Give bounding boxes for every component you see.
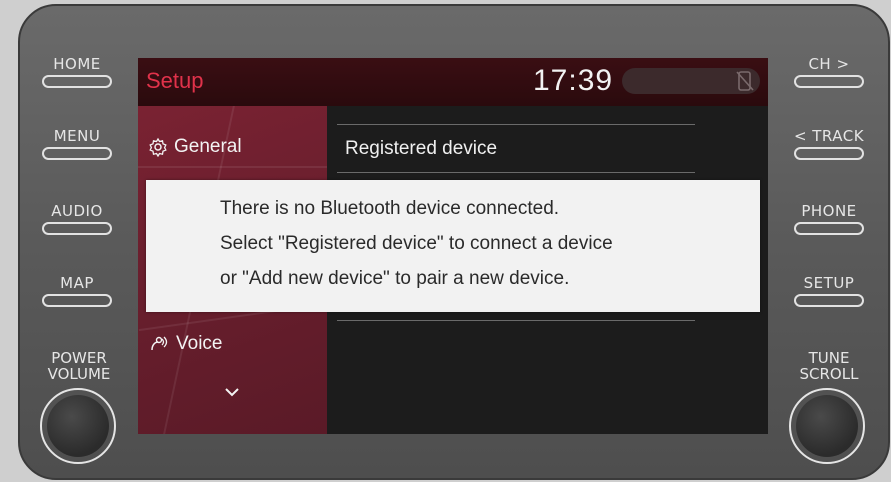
tune-label: TUNE bbox=[808, 349, 850, 367]
phone-disconnected-icon bbox=[736, 71, 754, 91]
setup-button-label: SETUP bbox=[803, 274, 855, 292]
power-label: POWER bbox=[51, 349, 107, 367]
channel-next-label: CH > bbox=[808, 55, 850, 73]
list-item-registered-device[interactable]: Registered device bbox=[345, 138, 497, 160]
sidebar-item-voice[interactable]: Voice bbox=[148, 333, 222, 355]
track-previous-label: < TRACK bbox=[793, 127, 865, 145]
voice-icon bbox=[151, 336, 168, 351]
phone-button-label: PHONE bbox=[801, 202, 857, 220]
dialog-message-line-3: or "Add new device" to pair a new device… bbox=[220, 268, 570, 289]
status-bar: Setup 17:39 bbox=[138, 58, 768, 106]
chevron-down-icon[interactable] bbox=[224, 386, 240, 398]
phone-button[interactable]: PHONE bbox=[785, 203, 873, 235]
tune-scroll-label: TUNE SCROLL bbox=[786, 350, 872, 382]
divider bbox=[337, 172, 695, 173]
menu-button-label: MENU bbox=[53, 127, 101, 145]
home-button-label: HOME bbox=[53, 55, 101, 73]
clock: 17:39 bbox=[533, 64, 614, 97]
sidebar-item-label: General bbox=[174, 136, 242, 157]
setup-button[interactable]: SETUP bbox=[785, 275, 873, 307]
divider bbox=[337, 320, 695, 321]
audio-button[interactable]: AUDIO bbox=[37, 203, 117, 235]
tune-scroll-knob[interactable] bbox=[789, 388, 865, 464]
divider bbox=[337, 124, 695, 125]
list-item-label: Registered device bbox=[345, 138, 498, 159]
no-bluetooth-dialog[interactable]: There is no Bluetooth device connected. … bbox=[146, 180, 760, 312]
menu-button[interactable]: MENU bbox=[37, 128, 117, 160]
audio-button-label: AUDIO bbox=[51, 202, 103, 220]
map-button-label: MAP bbox=[60, 274, 94, 292]
scroll-label: SCROLL bbox=[799, 365, 859, 383]
power-volume-knob[interactable] bbox=[40, 388, 116, 464]
channel-next-button[interactable]: CH > bbox=[785, 56, 873, 88]
dialog-message-line-1: There is no Bluetooth device connected. bbox=[220, 198, 560, 219]
volume-label: VOLUME bbox=[47, 365, 111, 383]
sidebar-item-label: Voice bbox=[176, 333, 223, 354]
page-title: Setup bbox=[146, 68, 204, 93]
dialog-message-line-2: Select "Registered device" to connect a … bbox=[220, 233, 613, 254]
power-volume-label: POWER VOLUME bbox=[39, 350, 119, 382]
gear-icon bbox=[149, 137, 167, 157]
sidebar-item-general[interactable]: General bbox=[148, 136, 242, 158]
track-previous-button[interactable]: < TRACK bbox=[785, 128, 873, 160]
home-button[interactable]: HOME bbox=[37, 56, 117, 88]
map-button[interactable]: MAP bbox=[37, 275, 117, 307]
